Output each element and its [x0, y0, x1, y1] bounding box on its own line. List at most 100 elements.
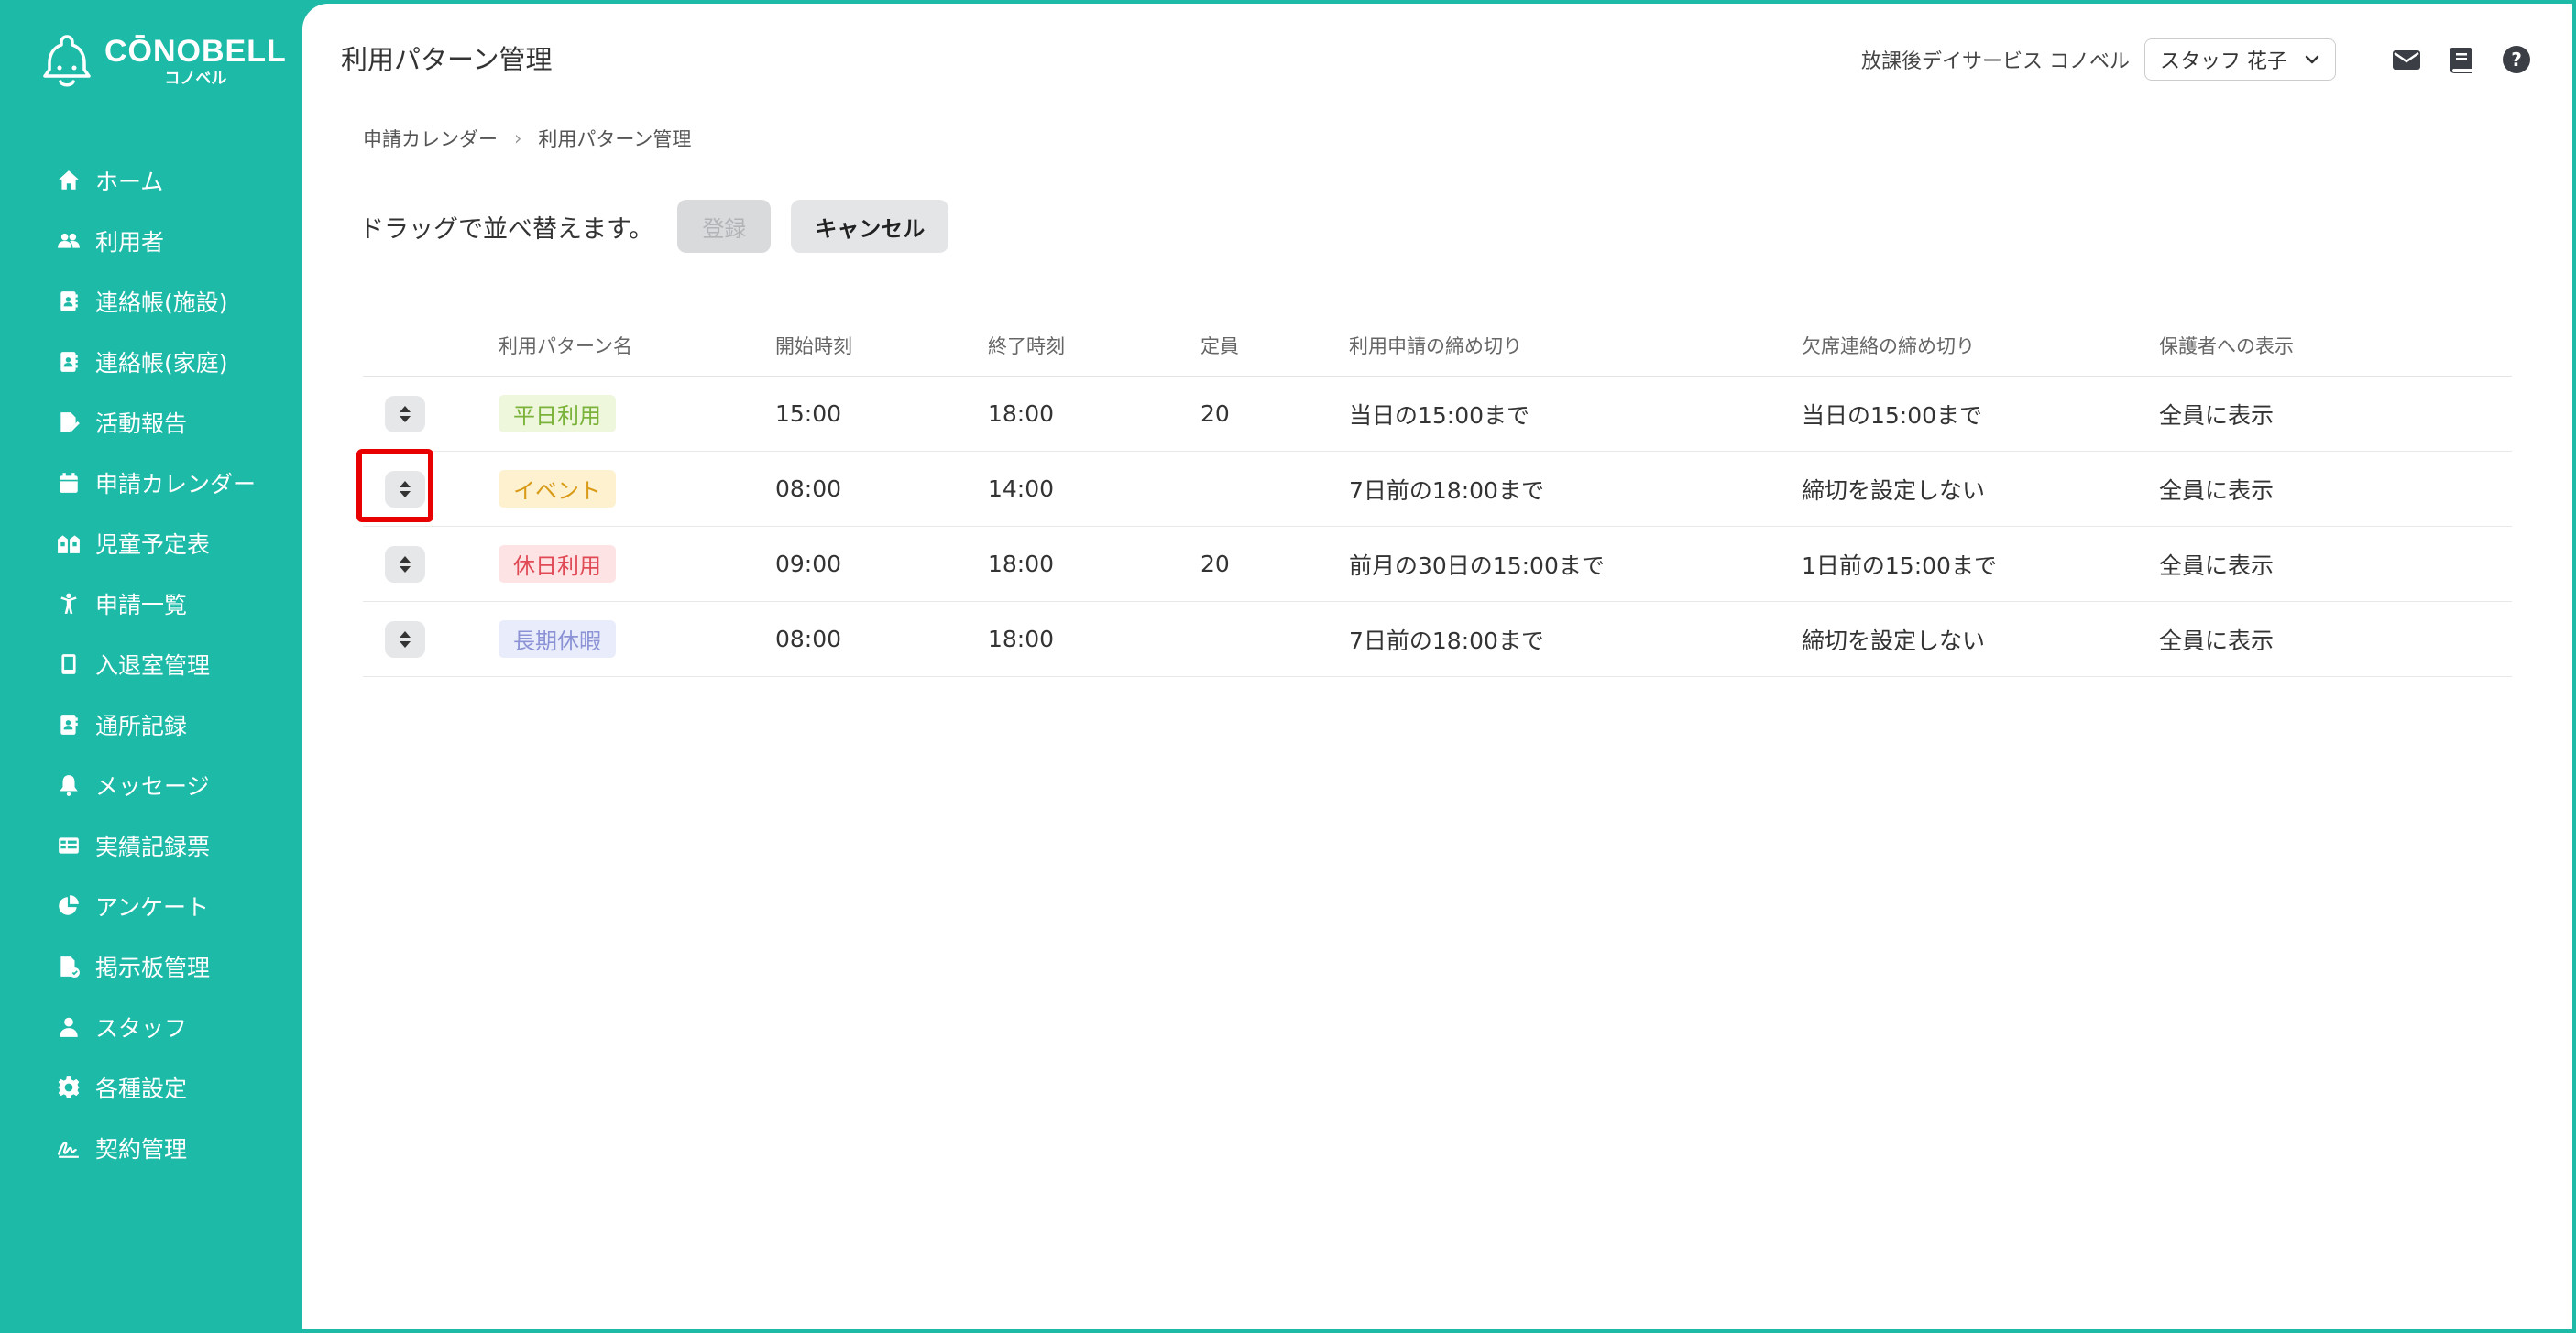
sidebar-item-label: 入退室管理	[95, 652, 211, 679]
sidebar-item-label: 契約管理	[95, 1136, 188, 1163]
pattern-name-cell: イベント	[499, 470, 775, 508]
sidebar-item-3[interactable]: 連絡帳(家庭)	[0, 332, 302, 392]
record-book-icon	[55, 711, 82, 738]
header-apply-deadline: 利用申請の締め切り	[1349, 335, 1522, 357]
end-time: 18:00	[988, 400, 1055, 427]
sidebar-item-12[interactable]: アンケート	[0, 876, 302, 936]
pattern-badge: イベント	[499, 470, 616, 508]
sidebar-item-label: 利用者	[95, 229, 165, 256]
sidebar-item-label: アンケート	[95, 894, 210, 921]
sidebar-item-5[interactable]: 申請カレンダー	[0, 453, 302, 513]
drag-handle[interactable]	[385, 545, 425, 583]
page-title: 利用パターン管理	[341, 44, 553, 75]
pie-chart-icon	[55, 892, 82, 920]
apply-deadline: 7日前の18:00まで	[1349, 476, 1544, 504]
sidebar-item-13[interactable]: 掲示板管理	[0, 936, 302, 997]
table-icon	[55, 832, 82, 859]
start-time: 09:00	[775, 551, 842, 577]
sort-arrows-icon	[400, 555, 411, 573]
header-absence-deadline: 欠席連絡の締め切り	[1802, 335, 1975, 357]
table-row[interactable]: 長期休暇 08:00 18:00 7日前の18:00まで 締切を設定しない 全員に表示	[363, 602, 2512, 677]
sidebar-item-16[interactable]: 契約管理	[0, 1118, 302, 1178]
sidebar-item-11[interactable]: 実績記録票	[0, 815, 302, 876]
toolbar: ドラッグで並べ替えます。 登録 キャンセル	[359, 200, 949, 253]
sidebar-item-7[interactable]: 申請一覧	[0, 574, 302, 634]
drag-cell	[363, 620, 499, 658]
drag-cell	[363, 545, 499, 583]
start-time: 08:00	[775, 475, 842, 502]
capacity: 20	[1200, 400, 1230, 427]
user-select[interactable]: スタッフ 花子	[2144, 38, 2336, 81]
cancel-button[interactable]: キャンセル	[791, 200, 949, 253]
bell-icon	[55, 771, 82, 799]
sidebar-item-label: ホーム	[95, 169, 164, 195]
drag-handle[interactable]	[385, 395, 425, 432]
children-schedule-icon	[55, 530, 82, 557]
sidebar-item-14[interactable]: スタッフ	[0, 997, 302, 1057]
sidebar-item-label: スタッフ	[95, 1015, 188, 1042]
help-icon[interactable]: ?	[2501, 44, 2532, 75]
sidebar-item-2[interactable]: 連絡帳(施設)	[0, 271, 302, 332]
capacity: 20	[1200, 551, 1230, 577]
header-guardian-display: 保護者への表示	[2159, 335, 2294, 357]
sidebar-item-label: 実績記録票	[95, 834, 211, 860]
contact-book-icon	[55, 288, 82, 315]
mail-icon[interactable]	[2391, 44, 2422, 75]
absence-deadline: 当日の15:00まで	[1802, 401, 1983, 429]
child-icon	[55, 590, 82, 617]
staff-icon	[55, 1013, 82, 1041]
end-time: 18:00	[988, 626, 1055, 652]
sidebar: CŌNOBELL コノベル ホーム 利用者 連絡帳(施設) 連絡帳(家庭) 活動報告 申請…	[0, 0, 302, 1333]
tablet-icon	[55, 650, 82, 678]
sidebar-item-9[interactable]: 通所記録	[0, 694, 302, 755]
apply-deadline: 7日前の18:00まで	[1349, 627, 1544, 654]
guardian-display: 全員に表示	[2159, 552, 2275, 579]
main-panel: 利用パターン管理 放課後デイサービス コノベル スタッフ 花子 ? 申請カレンダ…	[302, 4, 2572, 1329]
absence-deadline: 1日前の15:00まで	[1802, 552, 1997, 579]
sidebar-item-6[interactable]: 児童予定表	[0, 513, 302, 574]
apply-deadline: 当日の15:00まで	[1349, 401, 1530, 429]
sort-arrows-icon	[400, 630, 411, 648]
sidebar-item-label: 各種設定	[95, 1076, 188, 1102]
drag-handle[interactable]	[385, 620, 425, 658]
sidebar-item-1[interactable]: 利用者	[0, 211, 302, 271]
sidebar-item-10[interactable]: メッセージ	[0, 755, 302, 815]
drag-instruction: ドラッグで並べ替えます。	[359, 214, 654, 244]
report-edit-icon	[55, 409, 82, 436]
breadcrumb: 申請カレンダー › 利用パターン管理	[363, 125, 691, 152]
sidebar-item-15[interactable]: 各種設定	[0, 1057, 302, 1118]
sidebar-item-8[interactable]: 入退室管理	[0, 634, 302, 694]
sidebar-item-4[interactable]: 活動報告	[0, 392, 302, 453]
header-pattern-name: 利用パターン名	[499, 335, 632, 357]
sidebar-nav: ホーム利用者連絡帳(施設) 連絡帳(家庭) 活動報告 申請カレンダー 児童予定表 申請一覧…	[0, 150, 302, 1178]
app-logo[interactable]: CŌNOBELL コノベル	[40, 33, 287, 90]
table-row[interactable]: イベント 08:00 14:00 7日前の18:00まで 締切を設定しない 全員に表示	[363, 452, 2512, 527]
drag-cell	[363, 395, 499, 432]
calendar-icon	[55, 469, 82, 497]
start-time: 08:00	[775, 626, 842, 652]
breadcrumb-parent-link[interactable]: 申請カレンダー	[363, 125, 498, 152]
table-row[interactable]: 平日利用 15:00 18:00 20 当日の15:00まで 当日の15:00まで 全員に表…	[363, 377, 2512, 452]
sidebar-item-label: 掲示板管理	[95, 955, 211, 981]
absence-deadline: 締切を設定しない	[1802, 476, 1986, 504]
sort-arrows-icon	[400, 405, 411, 422]
table-body: 平日利用 15:00 18:00 20 当日の15:00まで 当日の15:00まで 全員に表…	[363, 377, 2512, 677]
signature-icon	[55, 1134, 82, 1162]
sidebar-item-label: 連絡帳(家庭)	[95, 350, 228, 377]
bell-logo-icon	[43, 35, 91, 87]
pattern-badge: 休日利用	[499, 545, 616, 583]
pattern-name-cell: 平日利用	[499, 395, 775, 432]
pattern-name-cell: 休日利用	[499, 545, 775, 583]
guardian-display: 全員に表示	[2159, 401, 2275, 429]
pattern-name-cell: 長期休暇	[499, 620, 775, 658]
end-time: 14:00	[988, 475, 1055, 502]
sidebar-item-0[interactable]: ホーム	[0, 150, 302, 211]
table-header: 利用パターン名 開始時刻 終了時刻 定員 利用申請の締め切り 欠席連絡の締め切り…	[363, 315, 2512, 377]
breadcrumb-current: 利用パターン管理	[538, 128, 692, 150]
start-time: 15:00	[775, 400, 842, 427]
pattern-badge: 長期休暇	[499, 620, 616, 658]
table-row[interactable]: 休日利用 09:00 18:00 20 前月の30日の15:00まで 1日前の15:00ま…	[363, 527, 2512, 602]
manual-book-icon[interactable]	[2446, 44, 2477, 75]
top-bar: 放課後デイサービス コノベル スタッフ 花子 ?	[1861, 37, 2532, 82]
register-button[interactable]: 登録	[677, 200, 772, 253]
